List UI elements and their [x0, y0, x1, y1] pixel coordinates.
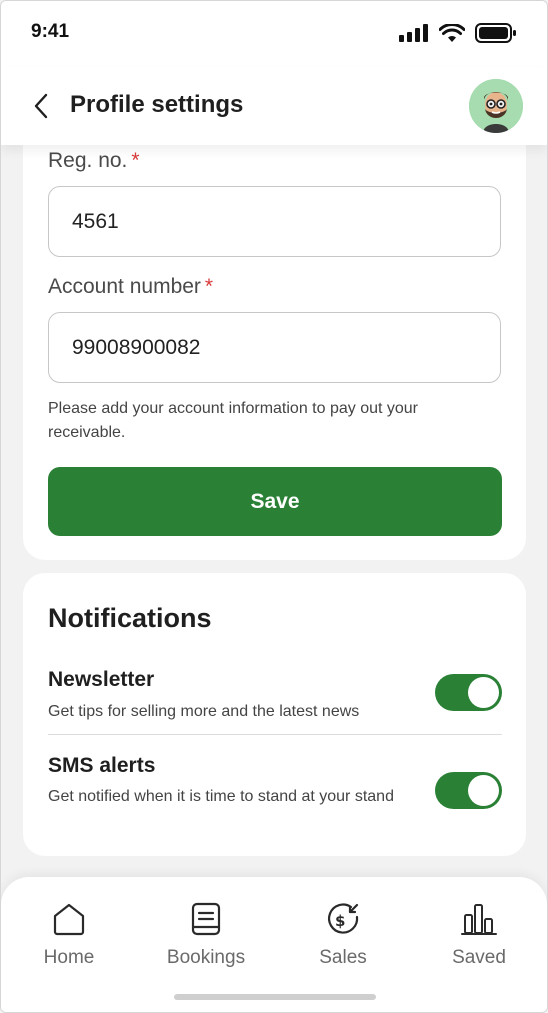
- reg-no-input[interactable]: [48, 186, 501, 257]
- battery-icon: [475, 23, 516, 43]
- newsletter-toggle[interactable]: [435, 674, 502, 711]
- nav-item-sales[interactable]: $ Sales: [288, 901, 398, 969]
- avatar[interactable]: [469, 79, 523, 133]
- status-icons: [399, 23, 517, 43]
- account-number-input[interactable]: [48, 312, 501, 383]
- back-button[interactable]: [29, 89, 55, 123]
- home-indicator: [174, 994, 376, 1000]
- chevron-left-icon: [34, 93, 48, 119]
- notifications-card: Notifications Newsletter Get tips for se…: [23, 573, 526, 856]
- required-mark: *: [204, 275, 214, 298]
- notifications-title: Notifications: [48, 603, 212, 633]
- wifi-icon: [439, 23, 465, 42]
- sms-alerts-toggle[interactable]: [435, 772, 502, 809]
- cellular-signal-icon: [399, 24, 428, 42]
- page-title: Profile settings: [70, 91, 244, 118]
- sms-alerts-title: SMS alerts: [48, 754, 156, 777]
- newsletter-description: Get tips for selling more and the latest…: [48, 703, 360, 720]
- account-card: Reg. no.* Account number* Please add you…: [23, 121, 526, 560]
- saved-chart-icon: [461, 904, 497, 935]
- required-mark: *: [131, 149, 140, 172]
- nav-label-bookings: Bookings: [166, 947, 246, 968]
- nav-item-home[interactable]: Home: [14, 901, 124, 969]
- reg-no-label: Reg. no. *: [48, 149, 140, 172]
- save-button[interactable]: Save: [48, 467, 502, 536]
- status-time: 9:41: [31, 21, 70, 42]
- bookings-icon: [191, 902, 221, 936]
- sales-icon: $: [327, 903, 359, 934]
- newsletter-title: Newsletter: [48, 668, 155, 691]
- account-number-label: Account number *: [48, 275, 214, 298]
- toggle-knob: [468, 775, 499, 806]
- nav-item-bookings[interactable]: Bookings: [151, 901, 261, 969]
- app-screen: 9:41 Profile settings Reg. no. * 4561 Ac…: [0, 0, 548, 1013]
- bottom-navigation: Home Bookings $ Sales Saved: [1, 877, 547, 1012]
- account-helper-text: Please add your account information to p…: [48, 400, 418, 441]
- nav-label-sales: Sales: [319, 947, 367, 968]
- sms-alerts-description: Get notified when it is time to stand at…: [48, 788, 394, 805]
- home-icon: [53, 903, 85, 936]
- nav-item-saved[interactable]: Saved: [424, 901, 534, 969]
- divider: [48, 734, 502, 735]
- toggle-knob: [468, 677, 499, 708]
- svg-text:$: $: [335, 912, 345, 930]
- nav-label-home: Home: [43, 947, 95, 968]
- avatar-face-icon: [469, 79, 523, 133]
- app-header: Profile settings: [1, 67, 547, 145]
- nav-label-saved: Saved: [452, 947, 506, 968]
- status-bar: 9:41: [1, 1, 547, 67]
